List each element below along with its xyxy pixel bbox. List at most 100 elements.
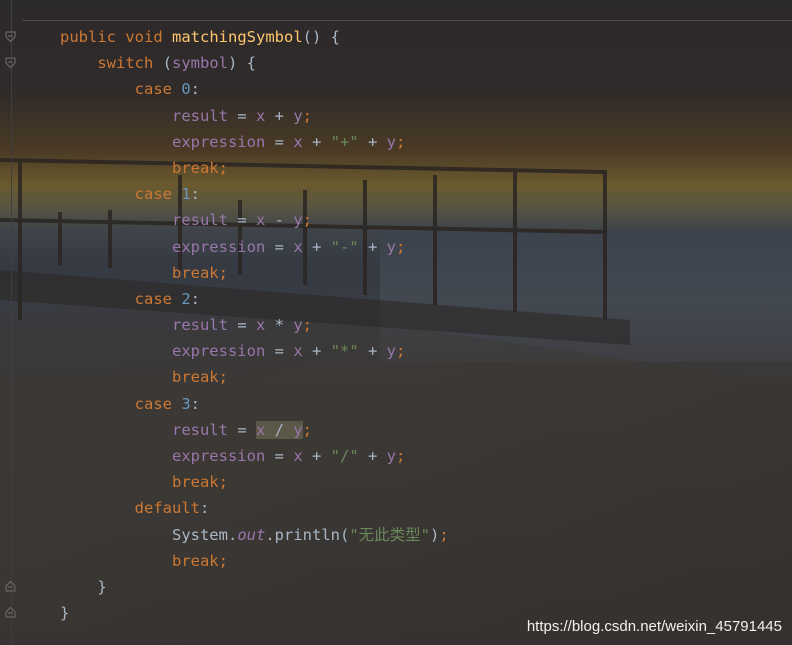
code-line[interactable]: expression = x + "+" + y; bbox=[60, 129, 449, 155]
code-line[interactable]: result = x * y; bbox=[60, 312, 449, 338]
code-line[interactable]: break; bbox=[60, 548, 449, 574]
code-token: y bbox=[386, 447, 396, 465]
code-token: result bbox=[171, 106, 228, 125]
fold-end-icon[interactable] bbox=[5, 580, 16, 592]
code-token: matchingSymbol bbox=[172, 28, 303, 46]
code-token: out bbox=[237, 525, 266, 544]
code-line[interactable]: result = x / y; bbox=[60, 417, 449, 443]
code-token: break bbox=[171, 473, 219, 492]
code-token: "-" bbox=[330, 237, 359, 256]
code-token: : bbox=[190, 394, 201, 413]
code-token: switch bbox=[97, 54, 163, 73]
code-line[interactable]: case 2: bbox=[60, 286, 449, 312]
code-line[interactable]: break; bbox=[60, 469, 449, 495]
selected-token: / bbox=[265, 420, 294, 439]
code-token: ; bbox=[396, 132, 406, 151]
code-token: ; bbox=[302, 420, 313, 439]
code-token: break bbox=[171, 158, 219, 177]
code-token: x bbox=[255, 316, 266, 335]
code-line[interactable]: switch (symbol) { bbox=[60, 50, 449, 76]
code-token: y bbox=[386, 132, 396, 151]
watermark-url: https://blog.csdn.net/weixin_45791445 bbox=[526, 618, 782, 635]
code-token: x bbox=[255, 211, 266, 230]
code-token: y bbox=[293, 211, 303, 230]
code-token: ; bbox=[439, 525, 449, 544]
code-token: public bbox=[60, 28, 126, 46]
code-line[interactable]: default: bbox=[60, 495, 449, 521]
editor-top-border bbox=[22, 20, 792, 21]
code-token: expression bbox=[171, 342, 266, 361]
code-token: "/" bbox=[330, 447, 359, 465]
code-line[interactable]: case 0: bbox=[60, 76, 449, 102]
code-token: "*" bbox=[330, 342, 359, 361]
code-token: case bbox=[134, 289, 182, 308]
code-token: + bbox=[358, 132, 387, 151]
fold-collapse-icon[interactable] bbox=[5, 57, 16, 69]
code-editor[interactable]: public void matchingSymbol() { switch (s… bbox=[0, 0, 792, 645]
code-token: 2 bbox=[181, 289, 191, 308]
code-line[interactable]: break; bbox=[60, 155, 449, 181]
code-line[interactable]: } bbox=[60, 574, 449, 600]
code-token: } bbox=[97, 577, 107, 596]
code-token: 3 bbox=[181, 394, 191, 413]
code-line[interactable]: } bbox=[60, 600, 449, 626]
code-token: = bbox=[227, 211, 256, 230]
code-token: : bbox=[190, 289, 201, 308]
code-token: .println( bbox=[265, 525, 350, 544]
code-token: break bbox=[171, 263, 219, 282]
code-token: ; bbox=[302, 106, 313, 125]
code-line[interactable]: break; bbox=[60, 260, 449, 286]
code-token: () { bbox=[302, 28, 340, 46]
selected-token: x bbox=[255, 420, 266, 439]
code-line[interactable]: public void matchingSymbol() { bbox=[60, 24, 449, 50]
fold-collapse-icon[interactable] bbox=[5, 31, 16, 43]
selected-token: y bbox=[293, 420, 303, 439]
code-token: } bbox=[60, 604, 70, 623]
code-token: = bbox=[265, 237, 294, 256]
code-line[interactable]: result = x - y; bbox=[60, 207, 449, 233]
code-token: ; bbox=[218, 158, 228, 177]
code-token: result bbox=[171, 316, 228, 335]
code-token: + bbox=[358, 237, 387, 256]
code-token: void bbox=[125, 28, 172, 46]
code-token: ( bbox=[162, 54, 172, 73]
code-token: ; bbox=[218, 263, 228, 282]
code-line[interactable]: expression = x + "-" + y; bbox=[60, 234, 449, 260]
code-line[interactable]: expression = x + "/" + y; bbox=[60, 443, 449, 469]
code-block[interactable]: public void matchingSymbol() { switch (s… bbox=[60, 24, 449, 626]
code-token: = bbox=[265, 447, 294, 465]
code-token: x bbox=[293, 447, 303, 465]
code-token: y bbox=[386, 237, 396, 256]
code-line[interactable]: System.out.println("无此类型"); bbox=[60, 522, 449, 548]
code-line[interactable]: case 1: bbox=[60, 181, 449, 207]
code-line[interactable]: result = x + y; bbox=[60, 103, 449, 129]
code-token: ; bbox=[302, 211, 313, 230]
code-token: default bbox=[134, 499, 200, 518]
fold-end-icon[interactable] bbox=[5, 606, 16, 618]
code-line[interactable]: break; bbox=[60, 364, 449, 390]
code-token: "无此类型" bbox=[349, 525, 430, 544]
code-line[interactable]: case 3: bbox=[60, 391, 449, 417]
code-token: System. bbox=[171, 525, 238, 544]
code-token: break bbox=[171, 368, 219, 387]
code-token: case bbox=[134, 80, 182, 99]
code-line[interactable]: expression = x + "*" + y; bbox=[60, 338, 449, 364]
code-token: ; bbox=[218, 368, 228, 387]
code-token: = bbox=[227, 420, 256, 439]
code-token: result bbox=[171, 211, 228, 230]
